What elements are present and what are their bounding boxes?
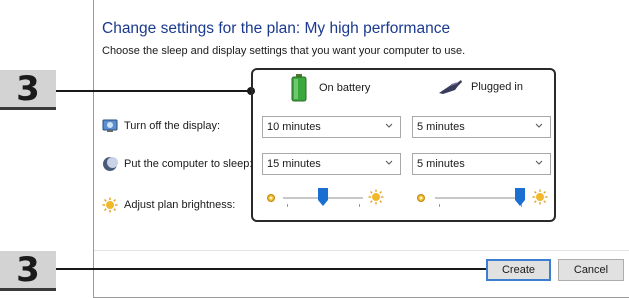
create-button[interactable]: Create [486, 259, 551, 281]
display-battery-select[interactable]: 10 minutes [262, 116, 401, 138]
sleep-battery-value: 15 minutes [267, 158, 321, 170]
callout-bottom: 3 [0, 251, 56, 291]
sleep-plugged-value: 5 minutes [417, 158, 465, 170]
slider-track [435, 197, 525, 199]
footer-separator [94, 250, 629, 251]
callout-bottom-leader [56, 268, 494, 270]
display-icon [102, 118, 118, 134]
sun-icon [102, 197, 118, 213]
chevron-down-icon [535, 123, 543, 128]
page-subtitle: Choose the sleep and display settings th… [102, 45, 466, 57]
slider-tick [359, 204, 360, 207]
chevron-down-icon [385, 160, 393, 165]
slider-tick [439, 204, 440, 207]
row-brightness: Adjust plan brightness: [102, 196, 235, 214]
column-label-plugged: Plugged in [471, 81, 523, 93]
slider-thumb[interactable] [318, 188, 328, 206]
dim-sun-icon [415, 191, 427, 203]
display-plugged-value: 5 minutes [417, 121, 465, 133]
slider-tick [287, 204, 288, 207]
dim-sun-icon [265, 191, 277, 203]
page-title: Change settings for the plan: My high pe… [102, 20, 451, 37]
moon-icon [102, 156, 118, 172]
display-plugged-select[interactable]: 5 minutes [412, 116, 551, 138]
row-sleep: Put the computer to sleep: [102, 155, 252, 173]
chevron-down-icon [385, 123, 393, 128]
bright-sun-icon [368, 189, 384, 205]
sleep-plugged-select[interactable]: 5 minutes [412, 153, 551, 175]
display-battery-value: 10 minutes [267, 121, 321, 133]
row-label-display: Turn off the display: [124, 120, 220, 132]
cancel-button[interactable]: Cancel [558, 259, 624, 281]
row-label-sleep: Put the computer to sleep: [124, 158, 253, 170]
row-display: Turn off the display: [102, 117, 220, 135]
sleep-battery-select[interactable]: 15 minutes [262, 153, 401, 175]
callout-top: 3 [0, 70, 56, 110]
row-label-brightness: Adjust plan brightness: [124, 199, 236, 211]
column-header-battery: On battery [291, 74, 370, 102]
brightness-plugged-slider[interactable] [435, 186, 525, 210]
chevron-down-icon [535, 160, 543, 165]
brightness-battery-slider[interactable] [283, 186, 363, 210]
plug-icon [437, 79, 463, 95]
bright-sun-icon [532, 189, 548, 205]
slider-thumb[interactable] [515, 188, 525, 206]
callout-top-leader [56, 90, 251, 92]
column-label-battery: On battery [319, 82, 371, 94]
battery-icon [291, 74, 307, 102]
column-header-plugged: Plugged in [437, 79, 523, 95]
